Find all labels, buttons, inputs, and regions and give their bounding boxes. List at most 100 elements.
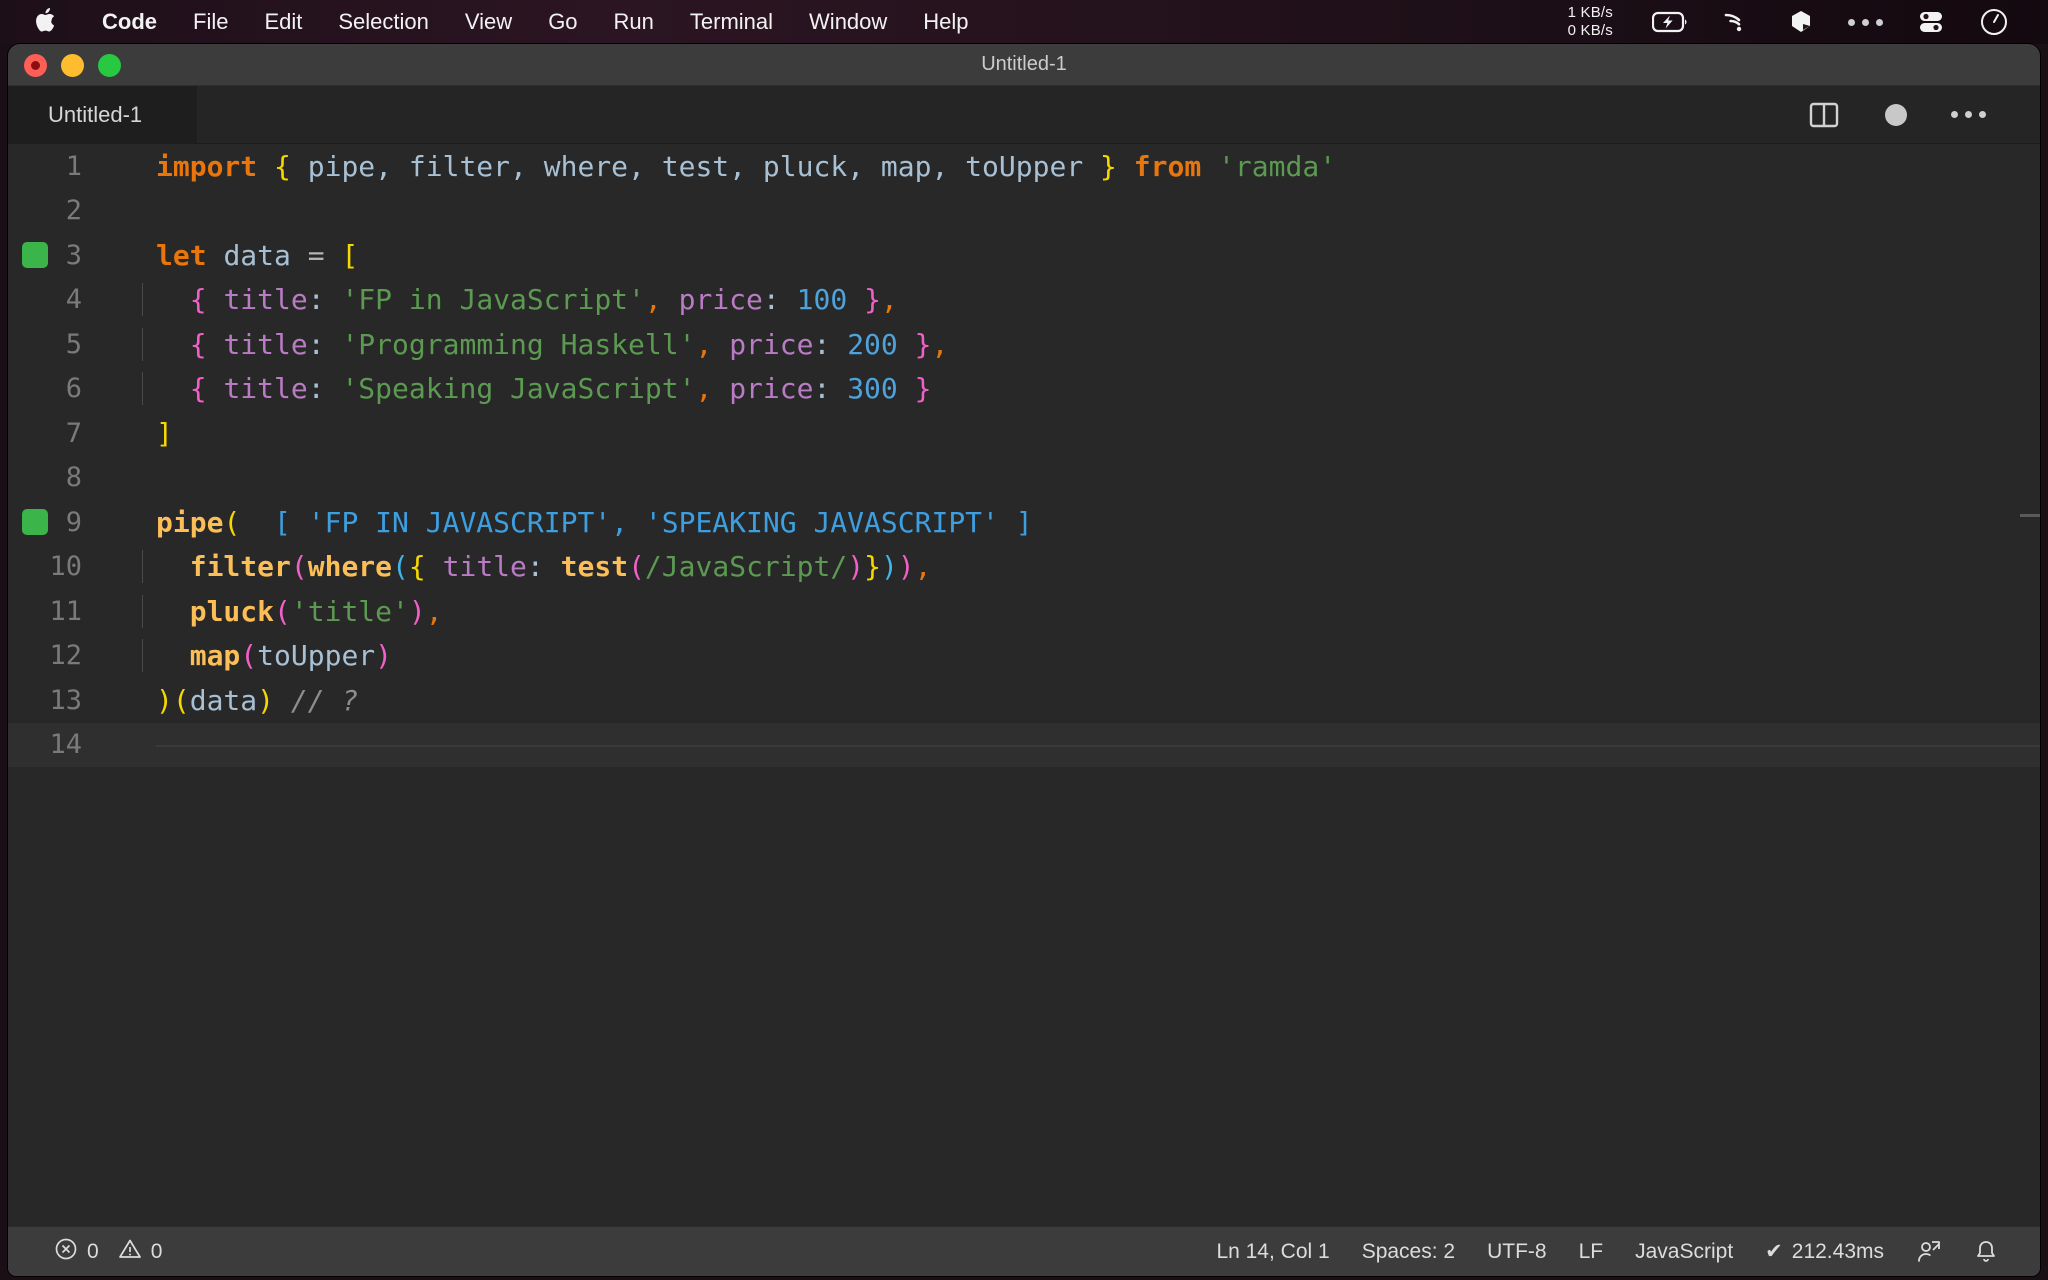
network-upload-speed: 0 KB/s	[1567, 22, 1613, 39]
maximize-button[interactable]	[98, 53, 121, 77]
code-line[interactable]: 5 { title: 'Programming Haskell', price:…	[8, 322, 2040, 367]
control-center-icon[interactable]	[1917, 9, 1945, 35]
token-keyword-let: let	[156, 238, 207, 272]
notifications-bell-icon[interactable]	[1958, 1239, 2014, 1265]
line-number-gutter: 9	[8, 507, 104, 538]
more-menus-icon[interactable]	[1848, 18, 1883, 26]
token-function-filter: filter	[189, 550, 291, 584]
token-string-title: 'Programming Haskell'	[341, 327, 696, 361]
menu-item-help[interactable]: Help	[905, 11, 986, 33]
code-line[interactable]: 4 { title: 'FP in JavaScript', price: 10…	[8, 278, 2040, 323]
code-line-content: let data = [	[104, 239, 2040, 272]
line-number-gutter: 2	[65, 195, 82, 227]
token-property-title: title	[223, 283, 308, 317]
indent-guide	[142, 372, 143, 406]
token-comma: ,	[644, 283, 662, 317]
battery-charging-icon[interactable]	[1652, 11, 1690, 33]
code-editor[interactable]: 1 import { pipe, filter, where, test, pl…	[8, 144, 2040, 1226]
close-button[interactable]	[24, 53, 47, 77]
token-property-title: title	[223, 372, 308, 406]
token-colon: :	[526, 550, 544, 584]
status-bar-left: 0 0	[8, 1237, 178, 1267]
tab-untitled-1[interactable]: Untitled-1	[8, 86, 198, 143]
token-number-price: 100	[796, 283, 848, 317]
status-eol[interactable]: LF	[1563, 1240, 1620, 1264]
minimize-button[interactable]	[61, 53, 84, 77]
token-brace-close: }	[914, 327, 932, 361]
siri-icon[interactable]	[1979, 7, 2009, 37]
line-number-gutter: 10	[49, 551, 82, 583]
menu-item-view[interactable]: View	[447, 11, 530, 33]
token-brace-close: }	[864, 283, 881, 317]
error-icon	[54, 1237, 78, 1267]
token-import-names: pipe, filter, where, test, pluck, map, t…	[290, 149, 1101, 183]
split-editor-icon[interactable]	[1788, 98, 1860, 132]
menu-item-selection[interactable]: Selection	[320, 11, 447, 33]
dropbox-icon[interactable]	[1788, 9, 1814, 35]
menu-item-code[interactable]: Code	[84, 11, 175, 33]
token-paren-open: (	[172, 683, 190, 717]
wifi-icon[interactable]	[1724, 11, 1754, 33]
token-comma: ,	[914, 550, 932, 584]
menu-item-terminal[interactable]: Terminal	[672, 11, 791, 33]
token-paren-close: )	[897, 550, 915, 584]
menu-item-edit[interactable]: Edit	[246, 11, 320, 33]
token-brace-close: }	[1100, 149, 1117, 183]
tab-label: Untitled-1	[48, 101, 143, 127]
menu-item-window[interactable]: Window	[791, 11, 905, 33]
apple-logo-icon[interactable]	[34, 6, 58, 34]
token-property-title: title	[442, 550, 527, 584]
scrollbar-marker[interactable]	[2020, 514, 2040, 517]
menu-item-run[interactable]: Run	[596, 11, 672, 33]
window-title: Untitled-1	[981, 53, 1067, 75]
indent-guide	[142, 283, 143, 317]
status-encoding[interactable]: UTF-8	[1471, 1240, 1563, 1264]
code-line[interactable]: 12 map(toUpper)	[8, 634, 2040, 679]
token-number-price: 300	[847, 372, 898, 406]
live-share-icon[interactable]	[1900, 1239, 1958, 1265]
status-cursor-position[interactable]: Ln 14, Col 1	[1200, 1240, 1345, 1264]
code-line[interactable]: 8	[8, 456, 2040, 501]
indent-guide	[142, 594, 143, 628]
menu-item-go[interactable]: Go	[530, 11, 595, 33]
status-quokka[interactable]: ✔ 212.43ms	[1749, 1239, 1900, 1264]
code-line[interactable]: 13 )(data) // ?	[8, 678, 2040, 723]
token-operator-assign: =	[307, 238, 325, 272]
code-line-content: )(data) // ?	[104, 684, 2040, 717]
code-line-content: { title: 'Programming Haskell', price: 2…	[104, 327, 2040, 361]
code-line[interactable]: 2	[8, 189, 2040, 234]
token-comma: ,	[931, 327, 949, 361]
token-brace-close: }	[864, 550, 881, 584]
window-traffic-lights	[24, 44, 135, 86]
code-line[interactable]: 1 import { pipe, filter, where, test, pl…	[8, 144, 2040, 189]
code-line[interactable]: 9 pipe( [ 'FP IN JAVASCRIPT', 'SPEAKING …	[8, 500, 2040, 545]
token-function-pluck: pluck	[189, 594, 275, 628]
code-line-content: pipe( [ 'FP IN JAVASCRIPT', 'SPEAKING JA…	[104, 506, 2040, 539]
token-identifier-data: data	[189, 683, 258, 717]
indent-guide	[142, 327, 143, 361]
status-indentation[interactable]: Spaces: 2	[1346, 1240, 1471, 1264]
token-string-title: 'FP in JavaScript'	[341, 283, 645, 317]
quokka-marker-icon[interactable]	[22, 242, 48, 269]
token-paren-open: (	[628, 550, 645, 584]
status-problems[interactable]: 0 0	[38, 1237, 178, 1267]
token-paren-open: (	[223, 505, 241, 539]
code-line[interactable]: 10 filter(where({ title: test(/JavaScrip…	[8, 545, 2040, 590]
status-language-mode[interactable]: JavaScript	[1619, 1240, 1749, 1264]
network-speed-indicator[interactable]: 1 KB/s 0 KB/s	[1568, 4, 1613, 40]
status-bar-right: Ln 14, Col 1 Spaces: 2 UTF-8 LF JavaScri…	[1200, 1239, 2040, 1265]
code-line-current[interactable]: 14	[8, 722, 2040, 767]
quokka-marker-icon[interactable]	[22, 509, 48, 536]
code-line[interactable]: 7 ]	[8, 411, 2040, 456]
menu-item-file[interactable]: File	[175, 11, 246, 33]
warning-icon	[118, 1237, 142, 1267]
token-colon: :	[762, 283, 780, 317]
code-line[interactable]: 3 let data = [	[8, 233, 2040, 278]
code-line[interactable]: 6 { title: 'Speaking JavaScript', price:…	[8, 367, 2040, 412]
indent-guide	[142, 550, 143, 584]
token-keyword-import: import	[156, 149, 258, 183]
more-actions-icon[interactable]	[1932, 111, 2004, 118]
token-paren-close: )	[156, 683, 173, 717]
code-line[interactable]: 11 pluck('title'),	[8, 589, 2040, 634]
unsaved-dot-icon[interactable]	[1860, 103, 1932, 126]
